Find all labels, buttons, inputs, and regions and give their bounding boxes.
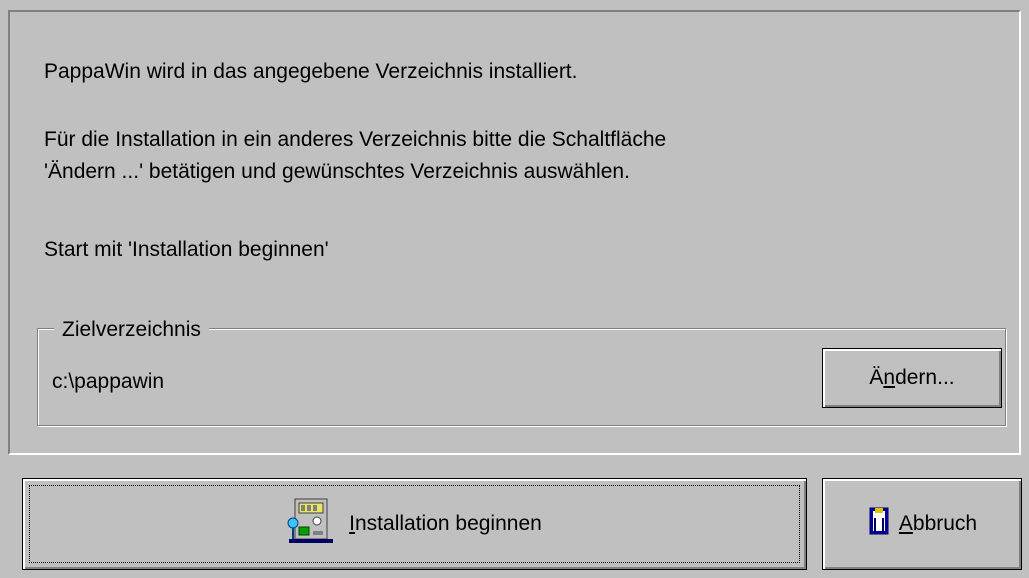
cancel-button[interactable]: Abbruch (822, 478, 1022, 570)
info-line-2: Für die Installation in ein anderes Verz… (44, 128, 667, 151)
cancel-label: Abbruch (898, 512, 978, 535)
change-button-label: Ändern... (869, 366, 955, 389)
info-line-3: 'Ändern ...' betätigen und gewünschtes V… (44, 160, 630, 183)
info-line-4: Start mit 'Installation beginnen' (44, 238, 329, 261)
change-directory-button[interactable]: Ändern... (822, 348, 1002, 408)
target-directory-path: c:\pappawin (52, 370, 165, 393)
start-installation-label: Installation beginnen (349, 512, 542, 535)
target-directory-legend: Zielverzeichnis (54, 318, 209, 342)
installer-dialog: PappaWin wird in das angegebene Verzeich… (0, 0, 1029, 578)
info-line-1: PappaWin wird in das angegebene Verzeich… (44, 60, 578, 83)
exit-door-icon (867, 506, 891, 542)
start-installation-button[interactable]: Installation beginnen (22, 478, 807, 570)
